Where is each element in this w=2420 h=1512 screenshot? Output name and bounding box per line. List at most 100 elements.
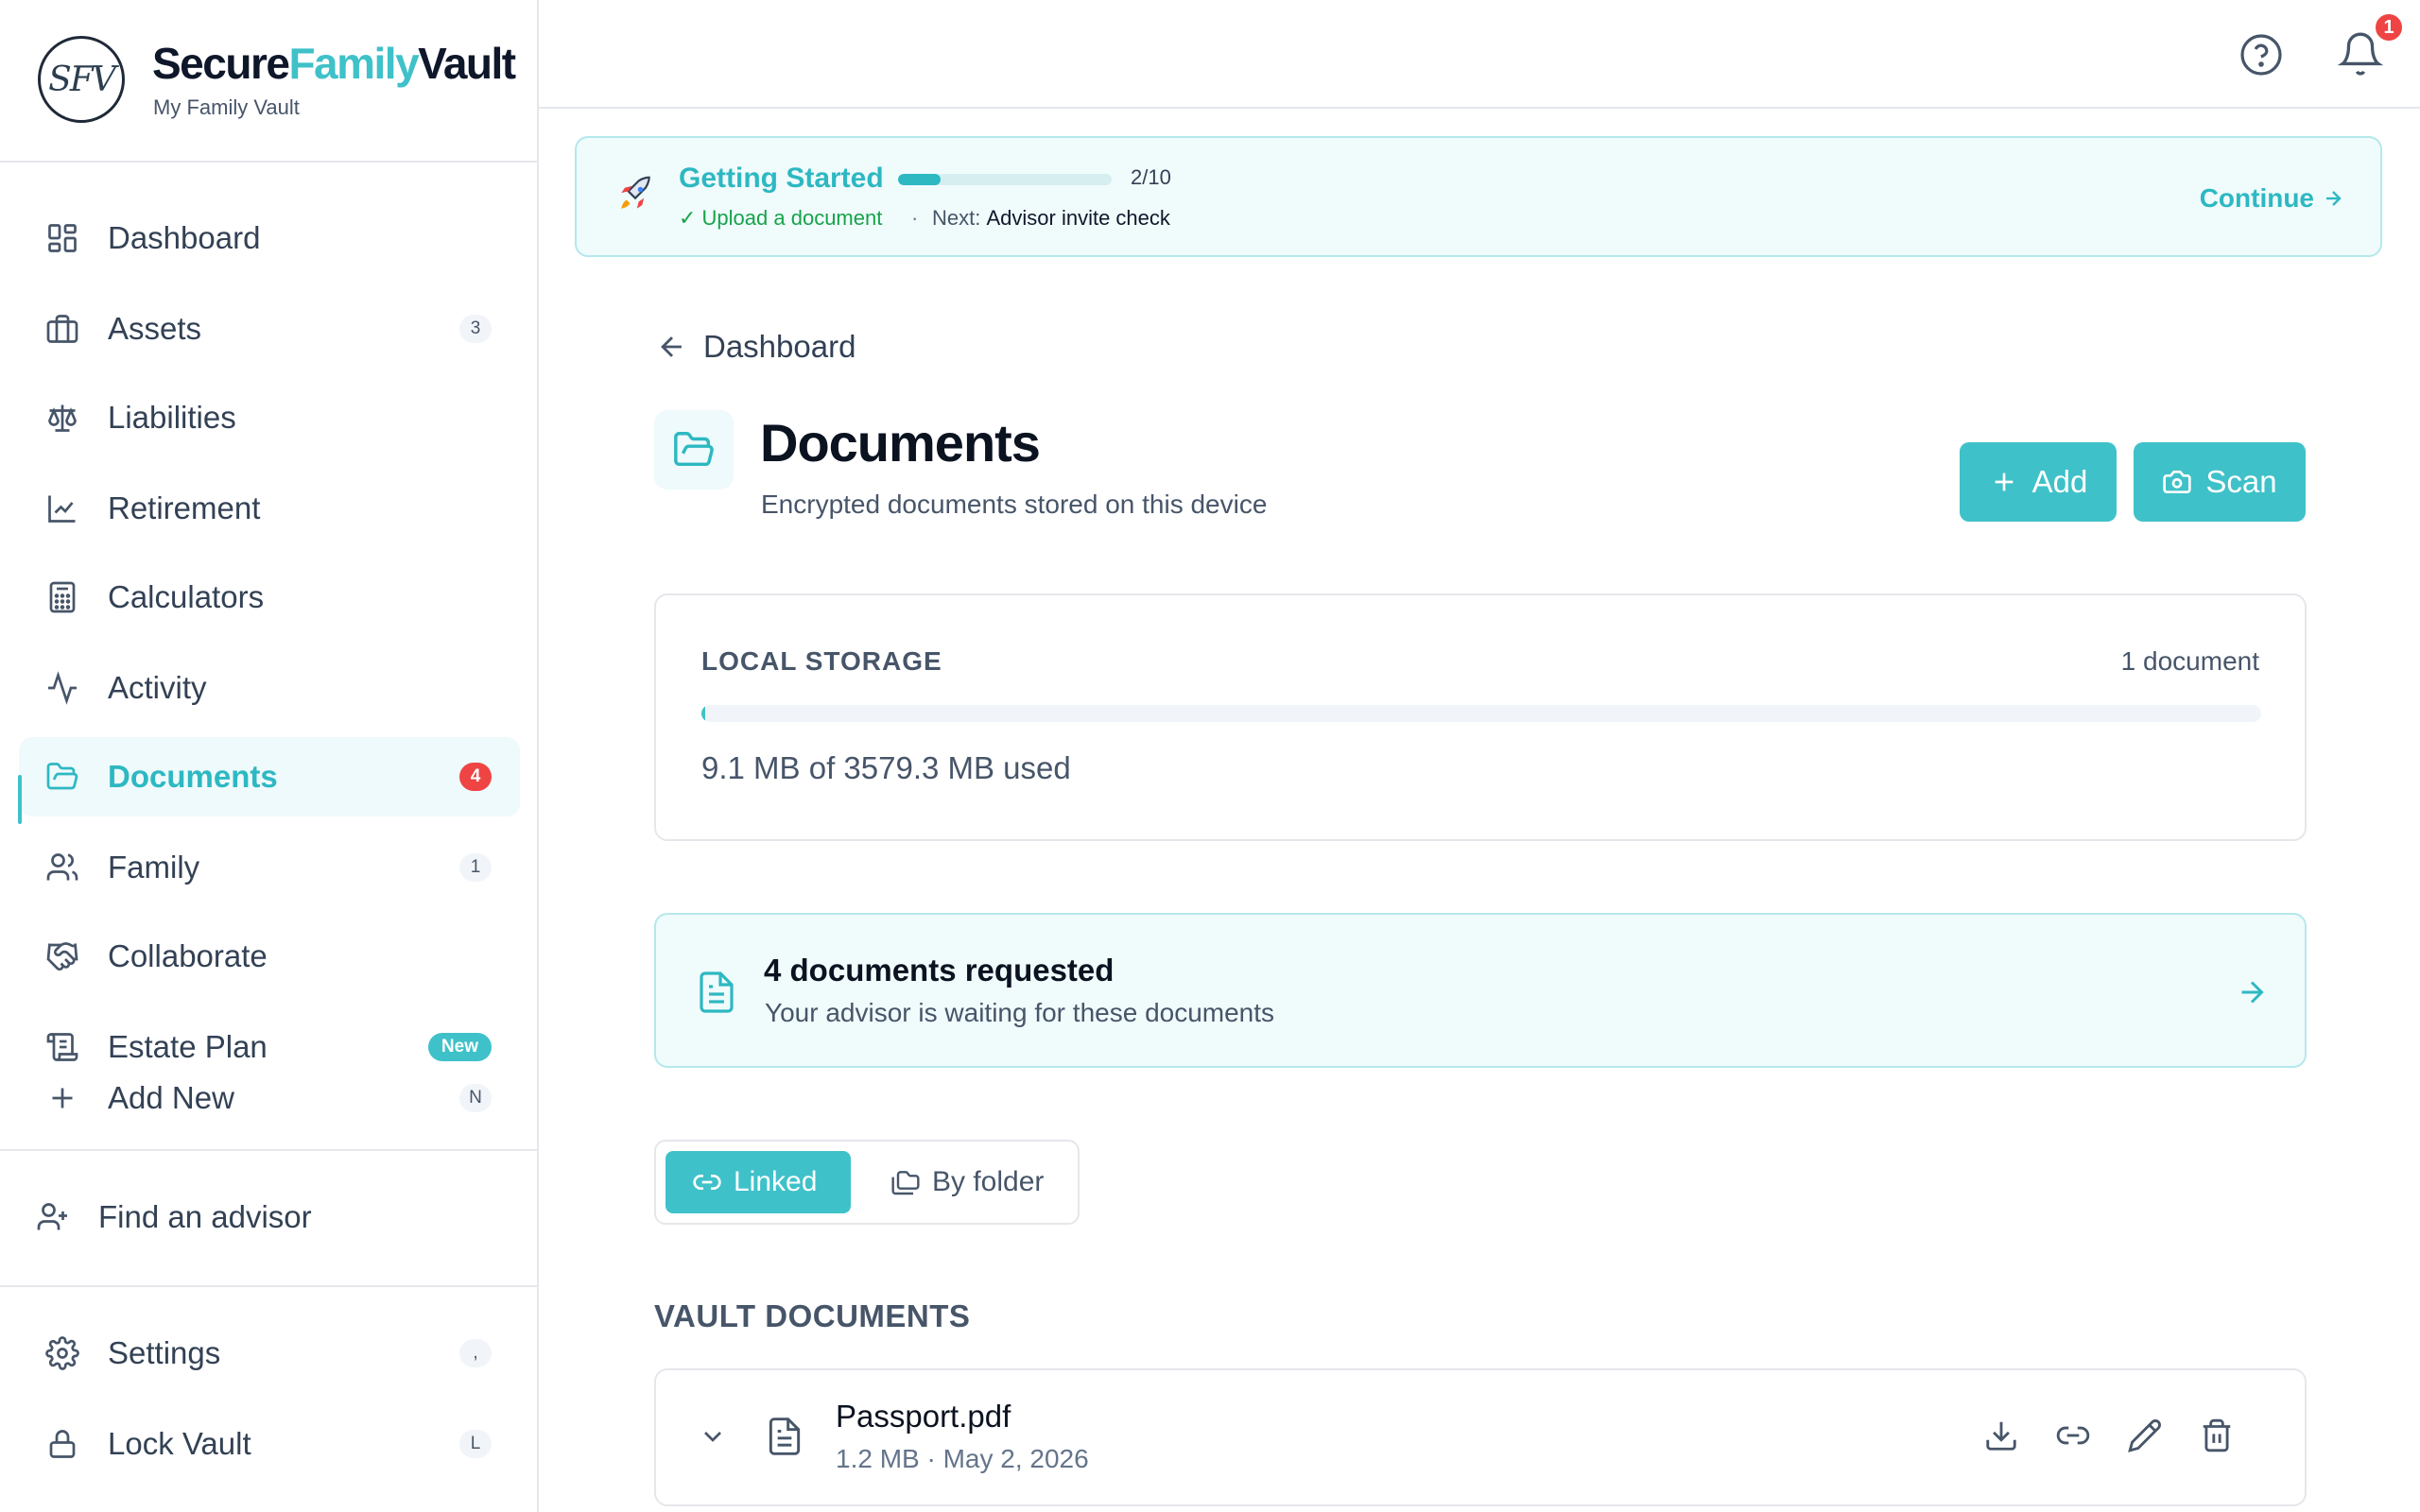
- notification-badge: 1: [2373, 11, 2405, 43]
- continue-label: Continue: [2199, 183, 2314, 213]
- sidebar-item-activity[interactable]: Activity: [19, 648, 520, 728]
- sidebar-item-retirement[interactable]: Retirement: [19, 469, 520, 548]
- chart-line-icon: [48, 495, 76, 523]
- sidebar-item-label: Documents: [108, 759, 278, 794]
- brand-logo[interactable]: SFV: [38, 36, 125, 123]
- scan-label: Scan: [2205, 464, 2277, 499]
- storage-usage-fill: [701, 705, 706, 722]
- shortcut-badge: ,: [459, 1339, 492, 1367]
- sidebar-item-label: Collaborate: [108, 938, 268, 973]
- document-meta: 1.2 MB · May 2, 2026: [836, 1444, 1089, 1473]
- sidebar-item-label: Dashboard: [108, 220, 261, 255]
- dashboard-icon: [48, 224, 77, 252]
- rocket-icon: [621, 176, 650, 209]
- sidebar-divider: [0, 1149, 537, 1151]
- completed-step: ✓ Upload a document: [679, 206, 883, 230]
- users-icon: [46, 853, 78, 881]
- getting-started-banner: Getting Started 2/10 ✓ Upload a document…: [575, 136, 2382, 257]
- sidebar-item-family[interactable]: Family 1: [19, 828, 520, 907]
- sidebar-item-calculators[interactable]: Calculators: [19, 558, 520, 637]
- trash-icon[interactable]: [2199, 1418, 2235, 1453]
- progress-fill: [898, 174, 942, 185]
- documents-requested-card[interactable]: 4 documents requested Your advisor is wa…: [654, 913, 2307, 1068]
- sidebar-item-liabilities[interactable]: Liabilities: [19, 378, 520, 457]
- sidebar-item-label: Lock Vault: [108, 1426, 251, 1461]
- view-by-folder-button[interactable]: By folder: [864, 1151, 1070, 1213]
- linked-label: Linked: [734, 1166, 818, 1197]
- sidebar-item-documents[interactable]: Documents 4: [19, 737, 520, 816]
- folders-icon: [891, 1171, 920, 1195]
- handshake-icon: [46, 942, 78, 971]
- brand-name: SecureFamilyVault: [152, 38, 516, 89]
- getting-started-progress: [898, 174, 1112, 185]
- sidebar-item-label: Assets: [108, 311, 202, 346]
- count-badge: 3: [459, 315, 492, 343]
- sidebar-item-label: Activity: [108, 670, 207, 705]
- back-label: Dashboard: [703, 329, 856, 364]
- storage-usage-bar: [701, 705, 2261, 722]
- sidebar-item-dashboard[interactable]: Dashboard: [19, 198, 520, 278]
- arrow-left-icon: [661, 336, 682, 357]
- download-icon[interactable]: [1983, 1418, 2019, 1453]
- sidebar: SFV SecureFamilyVault My Family Vault Da…: [0, 0, 539, 1512]
- storage-label: LOCAL STORAGE: [701, 646, 942, 676]
- shortcut-badge: N: [459, 1084, 492, 1112]
- pencil-icon[interactable]: [2127, 1418, 2163, 1453]
- sidebar-item-settings[interactable]: Settings ,: [19, 1314, 520, 1393]
- request-subtitle: Your advisor is waiting for these docume…: [765, 998, 1275, 1027]
- folder-open-icon: [674, 432, 714, 467]
- file-text-icon: [700, 971, 734, 1013]
- sidebar-item-lock-vault[interactable]: Lock Vault L: [19, 1404, 520, 1484]
- scan-document-button[interactable]: Scan: [2134, 442, 2306, 522]
- document-name[interactable]: Passport.pdf: [836, 1399, 1011, 1435]
- next-step: Next: Advisor invite check: [932, 206, 1170, 231]
- vault-documents-heading: VAULT DOCUMENTS: [654, 1298, 971, 1333]
- sidebar-item-assets[interactable]: Assets 3: [19, 289, 520, 369]
- new-badge: New: [427, 1033, 492, 1061]
- camera-icon: [2163, 471, 2192, 493]
- add-label: Add: [2031, 464, 2088, 499]
- request-title: 4 documents requested: [764, 953, 1115, 988]
- document-row[interactable]: Passport.pdf 1.2 MB · May 2, 2026: [654, 1368, 2307, 1506]
- plus-icon: [52, 1088, 73, 1108]
- next-label: Next:: [932, 206, 981, 230]
- sidebar-item-add-new[interactable]: Add New N: [19, 1058, 520, 1138]
- sidebar-item-label: Calculators: [108, 579, 265, 614]
- link-icon: [693, 1175, 721, 1190]
- progress-count: 2/10: [1131, 165, 1171, 189]
- count-badge: 4: [459, 763, 492, 791]
- view-linked-button[interactable]: Linked: [666, 1151, 851, 1213]
- sidebar-item-collaborate[interactable]: Collaborate: [19, 917, 520, 996]
- count-badge: 1: [459, 853, 492, 882]
- sidebar-item-label: Add New: [108, 1080, 234, 1115]
- chevron-down-icon[interactable]: [698, 1421, 728, 1452]
- folder-open-icon: [46, 763, 78, 790]
- back-link[interactable]: Dashboard: [656, 329, 856, 365]
- brand-name-part3: Vault: [418, 39, 516, 88]
- activity-icon: [48, 671, 77, 705]
- brand-name-part2: Family: [288, 39, 419, 88]
- find-advisor-label: Find an advisor: [98, 1199, 312, 1234]
- separator: ·: [911, 206, 919, 230]
- view-toggle: Linked By folder: [654, 1140, 1080, 1225]
- vault-name: My Family Vault: [153, 95, 300, 119]
- help-circle-icon[interactable]: [2238, 32, 2284, 77]
- sidebar-item-label: Settings: [108, 1335, 221, 1370]
- page-icon: [654, 410, 734, 490]
- user-plus-icon: [37, 1203, 67, 1230]
- getting-started-title: Getting Started: [679, 163, 884, 194]
- briefcase-icon: [46, 315, 78, 343]
- sidebar-item-label: Liabilities: [108, 400, 236, 435]
- lock-icon: [49, 1430, 76, 1458]
- find-advisor-link[interactable]: Find an advisor: [9, 1177, 510, 1257]
- link-icon[interactable]: [2055, 1418, 2091, 1453]
- document-count: 1 document: [2120, 646, 2259, 676]
- add-document-button[interactable]: Add: [1960, 442, 2117, 522]
- shortcut-badge: L: [459, 1430, 492, 1458]
- continue-button[interactable]: Continue: [2200, 183, 2344, 214]
- sidebar-item-label: Retirement: [108, 490, 261, 525]
- calculator-icon: [49, 581, 76, 613]
- local-storage-card: LOCAL STORAGE 1 document 9.1 MB of 3579.…: [654, 593, 2307, 841]
- logo-initials: SFV: [48, 60, 116, 99]
- active-indicator: [18, 775, 22, 824]
